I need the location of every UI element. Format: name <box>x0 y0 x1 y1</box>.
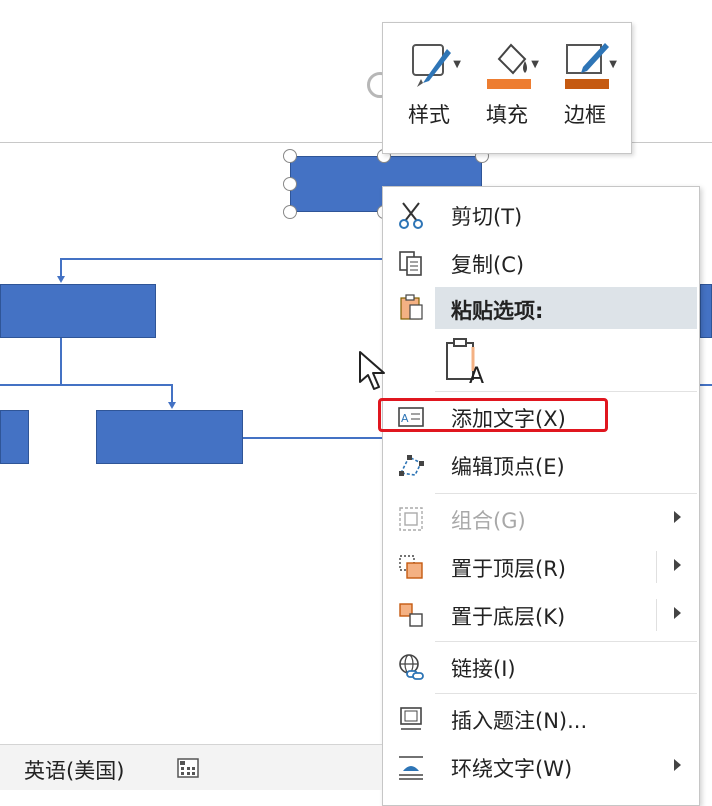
caption-icon <box>400 707 422 730</box>
cut-label: 剪切(T) <box>451 205 523 229</box>
link-globe-icon <box>399 654 424 680</box>
style-label: 样式 <box>408 103 450 127</box>
svg-text:A: A <box>469 364 484 385</box>
fill-label: 填充 <box>486 103 528 127</box>
border-button[interactable]: ▼ 边框 <box>549 37 621 147</box>
submenu-arrow-icon <box>674 511 681 523</box>
group-label: 组合(G) <box>451 509 526 533</box>
wrap-text-icon <box>399 756 423 780</box>
pen-outline-icon <box>565 43 609 89</box>
connector-arrow <box>168 402 176 409</box>
menu-item-wrap-text[interactable]: 环绕文字(W) <box>383 743 699 791</box>
connector-line <box>0 384 172 386</box>
connector-line <box>243 437 382 439</box>
context-menu: 剪切(T) 复制(C) 粘贴选项: A A 添加文字(X) 编辑顶点(E) 组合… <box>382 186 700 806</box>
menu-item-insert-caption[interactable]: 插入题注(N)... <box>383 695 699 743</box>
connector-line <box>171 384 173 402</box>
menu-item-send-to-back[interactable]: 置于底层(K) <box>383 591 699 639</box>
send-to-back-icon <box>399 603 423 627</box>
connector-line <box>60 338 62 384</box>
submenu-arrow-icon[interactable] <box>674 559 681 571</box>
chevron-down-icon: ▼ <box>453 59 461 70</box>
resize-handle[interactable] <box>283 177 297 191</box>
menu-item-cut[interactable]: 剪切(T) <box>383 191 699 239</box>
mouse-cursor-icon <box>359 351 385 390</box>
scissors-icon <box>399 202 423 229</box>
group-icon <box>399 507 423 531</box>
menu-separator <box>435 641 697 642</box>
chevron-down-icon: ▼ <box>531 59 539 70</box>
insert-caption-label: 插入题注(N)... <box>451 709 588 733</box>
mini-toolbar: ▼ 样式 ▼ 填充 ▼ 边框 <box>382 22 632 154</box>
menu-separator <box>435 493 697 494</box>
style-button[interactable]: ▼ 样式 <box>393 37 465 147</box>
submenu-divider <box>656 599 657 631</box>
submenu-arrow-icon[interactable] <box>674 607 681 619</box>
menu-item-copy[interactable]: 复制(C) <box>383 239 699 287</box>
submenu-divider <box>656 551 657 583</box>
calculator-icon[interactable] <box>176 757 200 779</box>
border-label: 边框 <box>564 103 606 127</box>
connector-line <box>60 258 382 260</box>
menu-separator <box>435 391 697 392</box>
highlight-annotation <box>378 398 608 432</box>
paint-bucket-icon <box>487 43 531 89</box>
language-status[interactable]: 英语(美国) <box>24 755 124 785</box>
menu-item-edit-points[interactable]: 编辑顶点(E) <box>383 441 699 489</box>
menu-item-link[interactable]: 链接(I) <box>383 643 699 691</box>
org-shape[interactable] <box>0 410 29 464</box>
chevron-down-icon: ▼ <box>609 59 617 70</box>
edit-points-icon <box>399 455 424 476</box>
menu-item-bring-to-front[interactable]: 置于顶层(R) <box>383 543 699 591</box>
shape-style-icon <box>412 44 451 87</box>
connector-line <box>700 384 712 386</box>
menu-item-group[interactable]: 组合(G) <box>383 495 699 543</box>
copy-icon <box>399 251 422 276</box>
bring-to-front-label: 置于顶层(R) <box>451 557 566 581</box>
org-shape[interactable] <box>0 284 156 338</box>
link-label: 链接(I) <box>451 657 516 681</box>
status-bar: 英语(美国) <box>0 744 382 790</box>
paste-keep-text-only-button[interactable]: A <box>443 337 487 389</box>
org-shape[interactable] <box>96 410 243 464</box>
clipboard-icon <box>400 294 423 320</box>
paste-text-icon: A <box>446 338 484 389</box>
menu-separator <box>435 693 697 694</box>
fill-button[interactable]: ▼ 填充 <box>471 37 543 147</box>
connector-line <box>60 258 62 276</box>
resize-handle[interactable] <box>283 149 297 163</box>
paste-options-label: 粘贴选项: <box>451 299 544 323</box>
send-to-back-label: 置于底层(K) <box>451 605 566 629</box>
copy-label: 复制(C) <box>451 253 525 277</box>
bring-to-front-icon <box>399 555 423 579</box>
connector-arrow <box>57 276 65 283</box>
org-shape[interactable] <box>700 284 712 338</box>
submenu-arrow-icon[interactable] <box>674 759 681 771</box>
edit-points-label: 编辑顶点(E) <box>451 455 565 479</box>
paste-options-header: 粘贴选项: <box>435 287 697 329</box>
wrap-text-label: 环绕文字(W) <box>451 757 573 781</box>
resize-handle[interactable] <box>283 205 297 219</box>
